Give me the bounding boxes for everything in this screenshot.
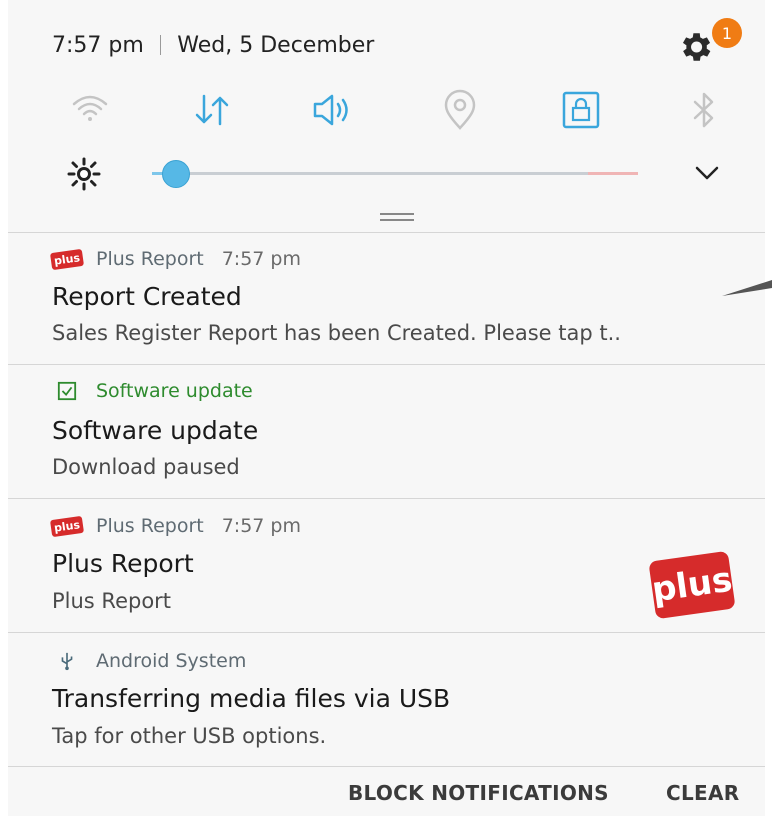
pointer-arrow-icon bbox=[722, 276, 772, 300]
mobile-data-icon[interactable] bbox=[188, 86, 236, 134]
software-update-icon bbox=[52, 380, 82, 402]
brightness-slider-warning bbox=[588, 172, 638, 175]
plus-report-app-icon: plus bbox=[49, 248, 85, 270]
notification-title: Plus Report bbox=[52, 549, 194, 578]
notification-header: Software update bbox=[52, 380, 253, 402]
app-name: Software update bbox=[96, 380, 253, 402]
notification-time: 7:57 pm bbox=[221, 248, 301, 270]
clear-button[interactable]: CLEAR bbox=[666, 781, 739, 805]
app-name: Plus Report bbox=[96, 248, 204, 270]
app-name: Plus Report bbox=[96, 515, 204, 537]
plus-report-app-icon: plus bbox=[49, 515, 85, 537]
block-notifications-button[interactable]: BLOCK NOTIFICATIONS bbox=[348, 781, 609, 805]
notification-text: Sales Register Report has been Created. … bbox=[52, 321, 621, 345]
plus-report-large-icon: plus bbox=[648, 550, 736, 620]
screen-lock-icon[interactable] bbox=[557, 86, 605, 134]
date: Wed, 5 December bbox=[177, 32, 375, 58]
brightness-icon bbox=[66, 156, 102, 192]
chevron-down-icon[interactable] bbox=[692, 158, 722, 188]
location-icon[interactable] bbox=[436, 86, 484, 134]
divider bbox=[159, 35, 162, 55]
usb-icon bbox=[52, 650, 82, 672]
app-name: Android System bbox=[96, 650, 247, 672]
notification-time: 7:57 pm bbox=[221, 515, 301, 537]
settings-badge: 1 bbox=[712, 18, 742, 48]
notification-title: Software update bbox=[52, 416, 259, 445]
drag-handle[interactable] bbox=[380, 213, 414, 221]
notification-header: plus Plus Report 7:57 pm bbox=[49, 248, 301, 270]
brightness-slider-track[interactable] bbox=[152, 172, 638, 175]
notification-title: Report Created bbox=[52, 282, 242, 311]
status-row: 7:57 pm Wed, 5 December bbox=[52, 28, 374, 62]
notification-text: Tap for other USB options. bbox=[52, 724, 327, 748]
clock: 7:57 pm bbox=[52, 32, 144, 58]
sound-icon[interactable] bbox=[308, 86, 356, 134]
notification-title: Transferring media files via USB bbox=[52, 684, 451, 713]
wifi-icon[interactable] bbox=[66, 86, 114, 134]
settings-gear-icon[interactable] bbox=[676, 28, 714, 66]
notification-text: Plus Report bbox=[52, 589, 172, 613]
notification-text: Download paused bbox=[52, 455, 240, 479]
notification-header: Android System bbox=[52, 650, 246, 672]
bluetooth-icon[interactable] bbox=[680, 86, 728, 134]
notification-header: plus Plus Report 7:57 pm bbox=[49, 515, 301, 537]
notification-footer: BLOCK NOTIFICATIONS CLEAR bbox=[8, 766, 765, 816]
